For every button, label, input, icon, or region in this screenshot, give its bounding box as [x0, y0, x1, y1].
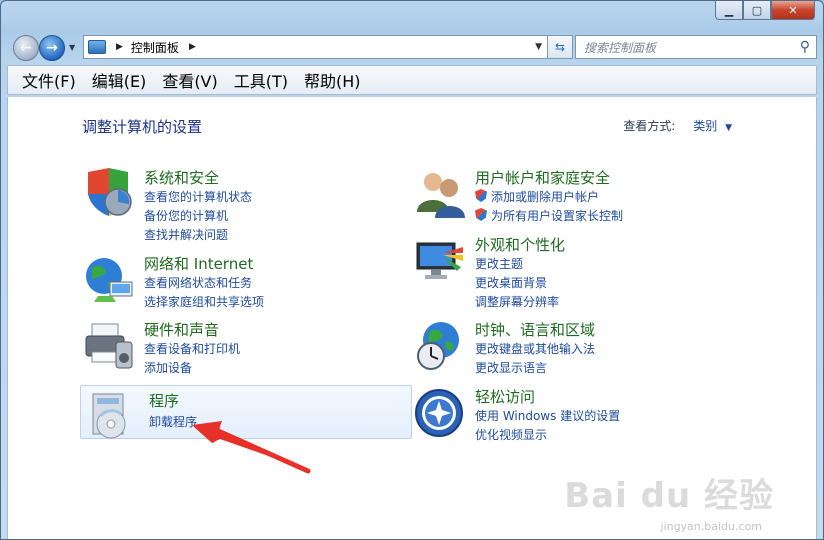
control-panel-icon — [88, 40, 106, 54]
category-title[interactable]: 轻松访问 — [475, 386, 535, 407]
minimize-button[interactable]: ▁ — [715, 1, 743, 20]
recent-pages-dropdown-icon[interactable]: ▼ — [69, 43, 75, 52]
refresh-icon: ⇆ — [554, 40, 566, 54]
category-title[interactable]: 时钟、语言和区域 — [475, 319, 595, 340]
category-title[interactable]: 用户帐户和家庭安全 — [475, 167, 610, 188]
address-dropdown-icon[interactable]: ▼ — [535, 42, 542, 52]
link-backup-computer[interactable]: 备份您的计算机 — [144, 207, 228, 224]
maximize-button[interactable]: ▢ — [743, 1, 771, 20]
link-add-device[interactable]: 添加设备 — [144, 359, 192, 376]
link-network-status[interactable]: 查看网络状态和任务 — [144, 274, 252, 291]
caption-buttons: ▁ ▢ ✕ — [715, 1, 815, 20]
menu-file[interactable]: 文件(F) — [14, 68, 84, 92]
address-bar[interactable]: ▶ 控制面板 ▶ ▼ — [83, 35, 549, 59]
link-windows-recommended-settings[interactable]: 使用 Windows 建议的设置 — [475, 407, 620, 424]
close-button[interactable]: ✕ — [771, 1, 815, 20]
link-devices-printers[interactable]: 查看设备和打印机 — [144, 340, 240, 357]
category-title[interactable]: 网络和 Internet — [144, 253, 253, 274]
printer-icon — [85, 323, 133, 369]
security-shield-icon — [88, 168, 132, 216]
category-user-accounts: 用户帐户和家庭安全 添加或删除用户帐户 为所有用户设置家长控制 — [413, 166, 743, 224]
content-area: 调整计算机的设置 查看方式: 类别 ▼ 系统和安全 查看您的计算机状态 备份您的… — [7, 97, 817, 539]
category-title[interactable]: 外观和个性化 — [475, 234, 565, 255]
link-add-remove-users[interactable]: 添加或删除用户帐户 — [475, 188, 599, 205]
view-by-dropdown[interactable]: 类别 — [693, 119, 717, 133]
forward-button[interactable]: → — [39, 35, 65, 61]
view-by-label: 查看方式: — [623, 119, 676, 133]
breadcrumb-chevron-icon[interactable]: ▶ — [116, 42, 123, 52]
category-appearance: 外观和个性化 更改主题 更改桌面背景 调整屏幕分辨率 — [413, 233, 743, 309]
network-globe-icon — [86, 258, 133, 302]
link-view-computer-status[interactable]: 查看您的计算机状态 — [144, 188, 252, 205]
category-title[interactable]: 系统和安全 — [144, 167, 219, 188]
link-desktop-background[interactable]: 更改桌面背景 — [475, 274, 547, 291]
breadcrumb-chevron-icon[interactable]: ▶ — [189, 42, 196, 52]
link-display-language[interactable]: 更改显示语言 — [475, 359, 547, 376]
appearance-monitor-icon — [416, 242, 463, 279]
back-button[interactable]: ← — [13, 35, 39, 61]
users-icon — [417, 173, 465, 218]
menu-bar: 文件(F) 编辑(E) 查看(V) 工具(T) 帮助(H) — [7, 65, 817, 95]
ease-of-access-icon — [415, 389, 463, 437]
menu-help[interactable]: 帮助(H) — [296, 68, 369, 92]
link-change-theme[interactable]: 更改主题 — [475, 255, 523, 272]
category-title[interactable]: 程序 — [149, 390, 179, 411]
link-optimize-visual-display[interactable]: 优化视频显示 — [475, 426, 547, 443]
category-system-security: 系统和安全 查看您的计算机状态 备份您的计算机 查找并解决问题 — [82, 166, 412, 242]
link-homegroup-sharing[interactable]: 选择家庭组和共享选项 — [144, 293, 264, 310]
menu-edit[interactable]: 编辑(E) — [84, 68, 155, 92]
watermark-brand: Bai du 经验 — [564, 476, 774, 516]
clock-globe-icon — [417, 322, 459, 370]
search-input[interactable]: 搜索控制面板 ⚲ — [575, 35, 817, 59]
link-change-input-method[interactable]: 更改键盘或其他输入法 — [475, 340, 595, 357]
link-parental-controls[interactable]: 为所有用户设置家长控制 — [475, 207, 623, 224]
category-network-internet: 网络和 Internet 查看网络状态和任务 选择家庭组和共享选项 — [82, 252, 412, 310]
search-placeholder: 搜索控制面板 — [584, 40, 657, 55]
menu-tools[interactable]: 工具(T) — [226, 68, 296, 92]
navigation-bar: ← → ▼ ▶ 控制面板 ▶ ▼ ⇆ 搜索控制面板 ⚲ — [9, 33, 817, 61]
category-hardware-sound: 硬件和声音 查看设备和打印机 添加设备 — [82, 318, 412, 376]
control-panel-window: ▁ ▢ ✕ ← → ▼ ▶ 控制面板 ▶ ▼ ⇆ 搜索控制面板 ⚲ 文件(F) … — [0, 0, 824, 540]
link-uninstall-program[interactable]: 卸载程序 — [149, 413, 197, 430]
refresh-button[interactable]: ⇆ — [547, 35, 573, 59]
link-screen-resolution[interactable]: 调整屏幕分辨率 — [475, 293, 559, 310]
search-icon[interactable]: ⚲ — [800, 39, 810, 55]
view-by-control: 查看方式: 类别 ▼ — [623, 117, 732, 134]
watermark-url: jingyan.baidu.com — [660, 520, 762, 533]
category-ease-of-access: 轻松访问 使用 Windows 建议的设置 优化视频显示 — [413, 385, 743, 443]
page-title: 调整计算机的设置 — [82, 118, 203, 136]
dropdown-arrow-icon[interactable]: ▼ — [725, 123, 732, 133]
category-title[interactable]: 硬件和声音 — [144, 319, 219, 340]
link-troubleshoot[interactable]: 查找并解决问题 — [144, 226, 228, 243]
breadcrumb-control-panel[interactable]: 控制面板 — [131, 39, 179, 56]
category-clock-language-region: 时钟、语言和区域 更改键盘或其他输入法 更改显示语言 — [413, 318, 743, 376]
programs-disc-icon — [92, 393, 126, 439]
menu-view[interactable]: 查看(V) — [154, 68, 225, 92]
category-programs[interactable]: 程序 卸载程序 — [80, 385, 412, 439]
